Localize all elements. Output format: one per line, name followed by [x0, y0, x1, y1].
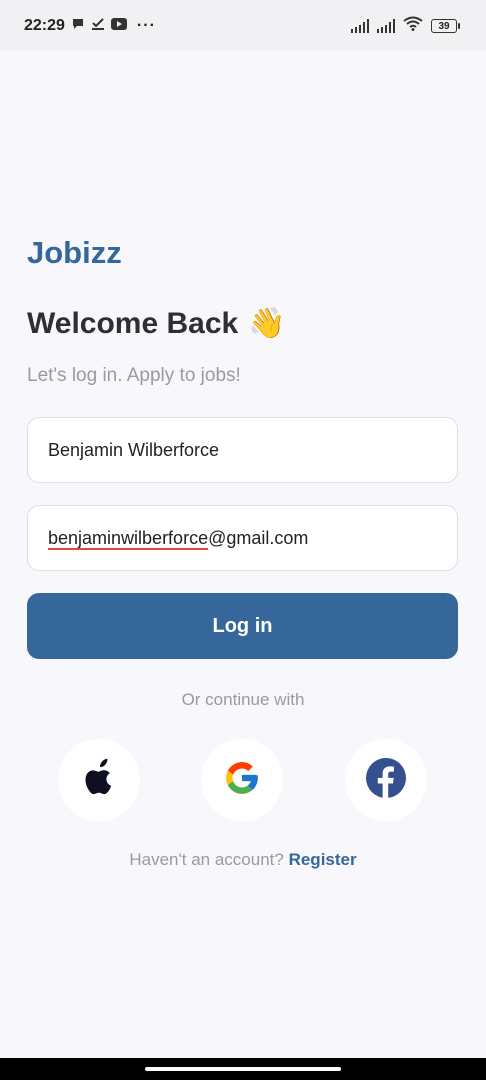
- google-icon: [223, 759, 261, 802]
- apple-icon: [81, 758, 117, 803]
- navigation-bar: [0, 1058, 486, 1080]
- email-value: benjaminwilberforce@gmail.com: [48, 528, 308, 549]
- battery-level: 39: [431, 19, 457, 33]
- brand-logo-text: Jobizz: [27, 235, 122, 270]
- signal-icon: [351, 19, 369, 33]
- status-left: 22:29 ···: [24, 15, 156, 37]
- more-notifications-icon: ···: [136, 17, 156, 34]
- email-user-part: benjaminwilberforce: [48, 527, 209, 548]
- email-domain-part: @gmail.com: [208, 527, 309, 548]
- wifi-icon: [403, 16, 423, 36]
- register-prompt: Haven't an account?: [129, 850, 284, 869]
- register-link[interactable]: Register: [289, 850, 357, 869]
- google-login-button[interactable]: [201, 739, 283, 821]
- battery-icon: 39: [431, 19, 460, 33]
- waving-hand-icon: 👋: [248, 307, 286, 340]
- login-button[interactable]: Log in: [27, 593, 458, 659]
- title-text: Welcome Back: [27, 306, 239, 340]
- check-download-icon: [91, 17, 105, 36]
- status-bar: 22:29 ··· 39: [0, 0, 486, 50]
- signal-icon: [377, 19, 395, 33]
- status-right: 39: [351, 15, 460, 37]
- register-row: Haven't an account? Register: [0, 850, 486, 870]
- name-field[interactable]: Benjamin Wilberforce: [27, 417, 458, 483]
- status-time: 22:29: [24, 17, 65, 34]
- continue-with-divider: Or continue with: [181, 690, 305, 709]
- email-field[interactable]: benjaminwilberforce@gmail.com: [27, 505, 458, 571]
- facebook-icon: [366, 757, 406, 803]
- chat-icon: [71, 17, 85, 36]
- home-indicator[interactable]: [145, 1067, 341, 1071]
- page-title: Welcome Back 👋: [27, 306, 286, 341]
- subtitle: Let's log in. Apply to jobs!: [27, 365, 241, 386]
- facebook-login-button[interactable]: [345, 739, 427, 821]
- name-value: Benjamin Wilberforce: [48, 439, 220, 460]
- apple-login-button[interactable]: [58, 739, 140, 821]
- youtube-icon: [110, 17, 127, 36]
